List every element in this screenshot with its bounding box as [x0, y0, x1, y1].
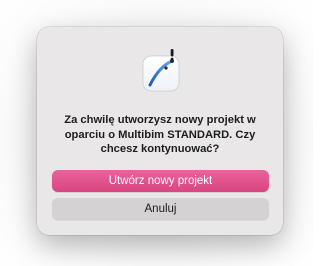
- app-alert-icon: [142, 49, 180, 92]
- dialog-message: Za chwilę utworzysz nowy projekt w oparc…: [64, 114, 256, 155]
- cancel-button[interactable]: Anuluj: [52, 198, 269, 220]
- alert-dialog: Za chwilę utworzysz nowy projekt w oparc…: [37, 27, 283, 235]
- create-project-button[interactable]: Utwórz nowy projekt: [52, 170, 269, 192]
